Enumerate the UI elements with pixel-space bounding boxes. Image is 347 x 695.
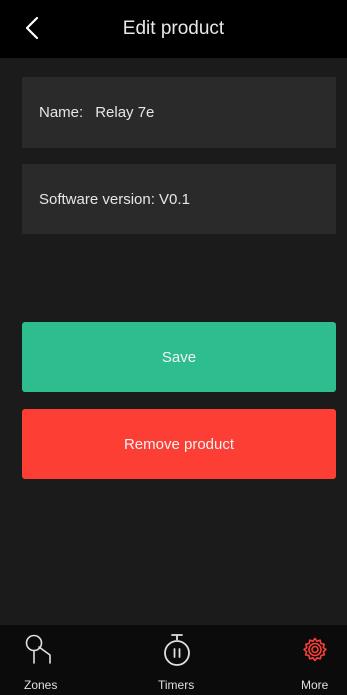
back-button[interactable] bbox=[20, 14, 44, 42]
app-screen: Edit product Name: Relay 7e Software ver… bbox=[0, 0, 347, 695]
tab-more[interactable]: More bbox=[275, 625, 347, 695]
tab-timers-label: Timers bbox=[158, 678, 195, 692]
name-value: Relay 7e bbox=[95, 104, 155, 121]
tab-more-label: More bbox=[301, 678, 329, 692]
name-label: Name: bbox=[39, 104, 84, 121]
remove-product-button[interactable]: Remove product bbox=[22, 409, 336, 479]
page-title: Edit product bbox=[122, 18, 225, 39]
tab-timers[interactable]: Timers bbox=[136, 625, 216, 695]
chevron-left-icon bbox=[25, 16, 39, 40]
software-version-field: Software version: V0.1 bbox=[22, 164, 336, 234]
stopwatch-icon bbox=[164, 634, 190, 666]
product-name-field[interactable]: Name: Relay 7e bbox=[22, 77, 336, 148]
zones-icon bbox=[25, 634, 51, 664]
software-version-text: Software version: V0.1 bbox=[39, 190, 190, 208]
gear-icon bbox=[303, 637, 327, 662]
tab-zones-label: Zones bbox=[24, 678, 58, 692]
top-bar: Edit product bbox=[0, 0, 347, 58]
save-button[interactable]: Save bbox=[22, 322, 336, 392]
tab-zones[interactable]: Zones bbox=[0, 625, 80, 695]
tab-bar: Zones Timers More bbox=[0, 625, 347, 695]
